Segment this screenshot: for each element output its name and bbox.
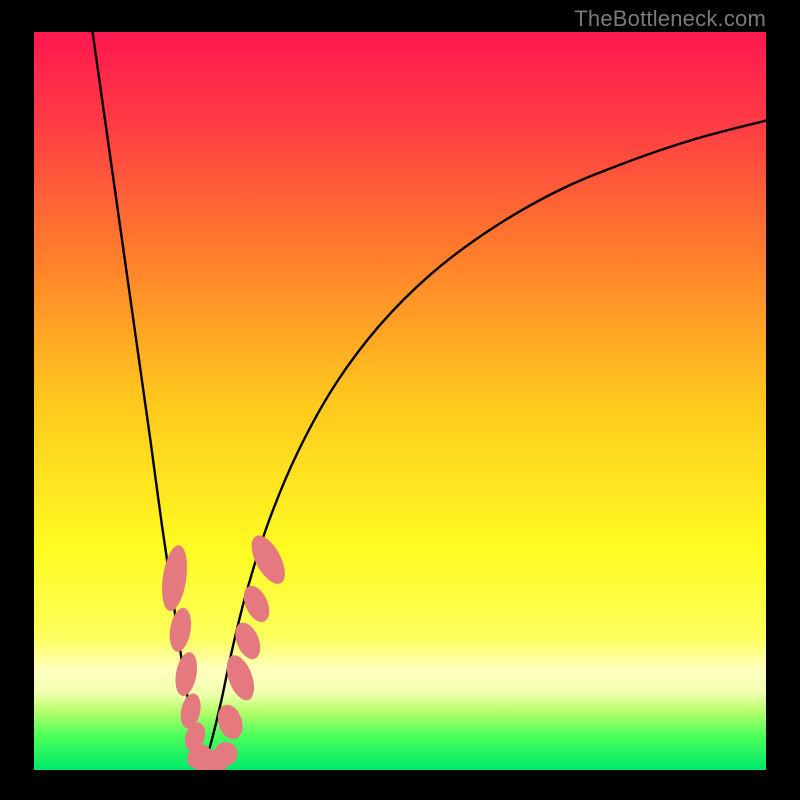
chart-frame: TheBottleneck.com <box>0 0 800 800</box>
data-marker <box>167 606 194 653</box>
data-marker <box>214 742 237 766</box>
data-marker <box>158 544 190 613</box>
watermark-text: TheBottleneck.com <box>574 6 766 32</box>
data-markers <box>158 530 291 770</box>
curve-right-branch <box>202 121 766 770</box>
plot-area <box>34 32 766 770</box>
data-marker <box>245 530 292 589</box>
curve-layer <box>34 32 766 770</box>
data-marker <box>172 650 200 697</box>
